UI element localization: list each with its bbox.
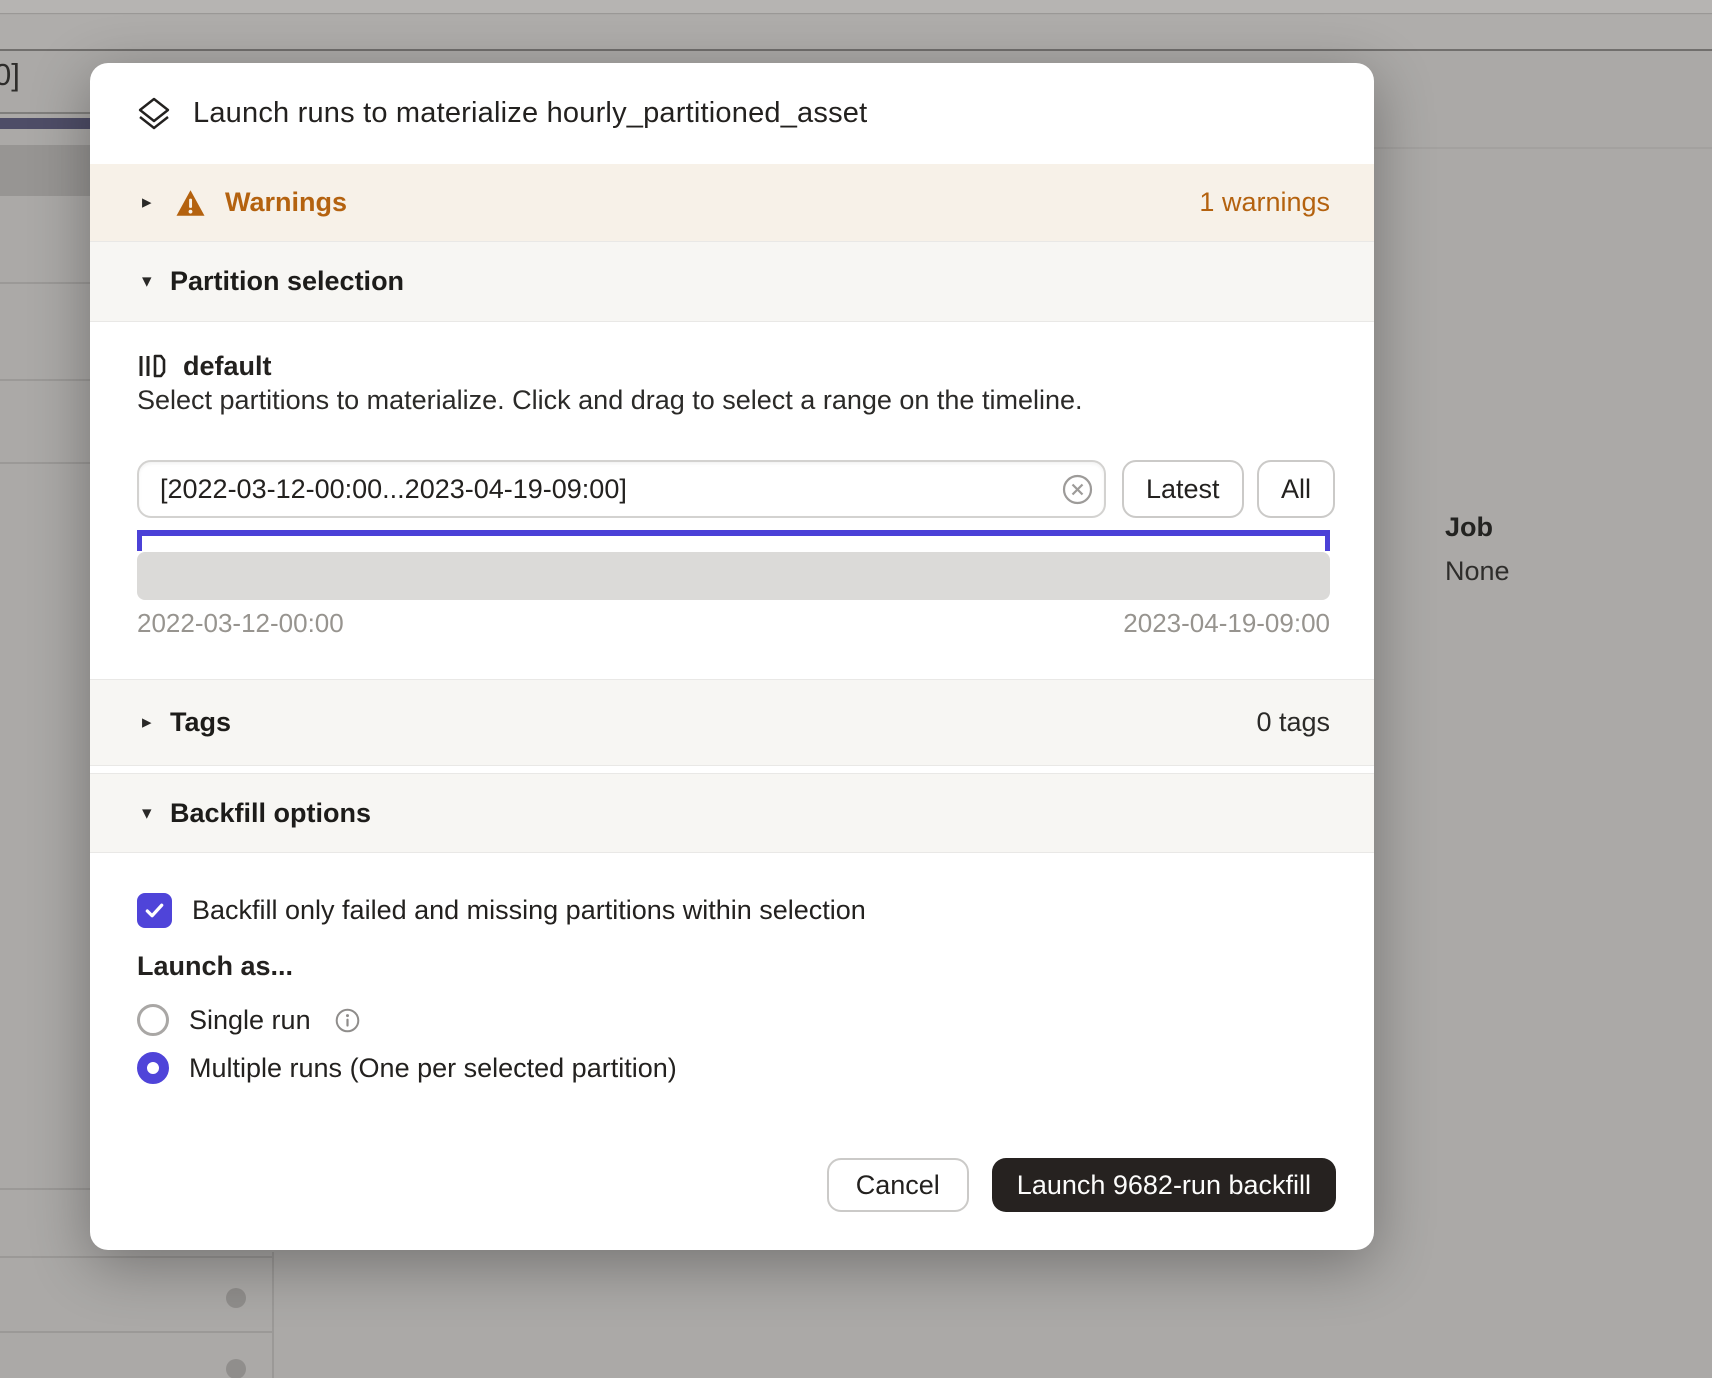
row-divider bbox=[0, 1188, 90, 1190]
single-run-radio[interactable] bbox=[137, 1004, 169, 1036]
warnings-section-toggle[interactable]: ▸ Warnings 1 warnings bbox=[90, 164, 1374, 241]
materialize-stack-icon bbox=[137, 96, 171, 132]
selected-tab-indicator bbox=[0, 118, 90, 129]
single-run-label: Single run bbox=[189, 1005, 311, 1036]
partition-range-input[interactable] bbox=[137, 460, 1106, 518]
divider bbox=[0, 112, 90, 114]
multiple-runs-option: Multiple runs (One per selected partitio… bbox=[90, 1048, 1374, 1088]
screen: 0] Job None Launch runs to materialize h… bbox=[0, 0, 1712, 1378]
dialog-title: Launch runs to materialize hourly_partit… bbox=[193, 97, 867, 130]
range-start-label: 2022-03-12-00:00 bbox=[137, 608, 344, 639]
chevron-down-icon: ▾ bbox=[142, 272, 160, 291]
clipped-cell-text: 0] bbox=[0, 57, 20, 93]
dimension-name: default bbox=[183, 351, 272, 382]
warnings-label: Warnings bbox=[225, 187, 347, 218]
tags-count: 0 tags bbox=[1256, 707, 1330, 738]
row-divider bbox=[0, 1331, 272, 1333]
backfill-only-failed-row: Backfill only failed and missing partiti… bbox=[90, 890, 1374, 930]
all-button[interactable]: All bbox=[1257, 460, 1335, 518]
latest-button[interactable]: Latest bbox=[1122, 460, 1244, 518]
tags-section-toggle[interactable]: ▸ Tags 0 tags bbox=[90, 679, 1374, 766]
status-dot-icon bbox=[226, 1359, 246, 1378]
row-divider bbox=[0, 379, 90, 381]
chevron-right-icon: ▸ bbox=[142, 193, 160, 212]
job-column-value: None bbox=[1445, 556, 1510, 587]
launch-as-label: Launch as... bbox=[137, 951, 293, 982]
clear-input-icon[interactable] bbox=[1062, 474, 1093, 505]
dialog-header: Launch runs to materialize hourly_partit… bbox=[90, 63, 1374, 164]
single-run-option: Single run bbox=[90, 1000, 1374, 1040]
partition-icon bbox=[137, 351, 167, 381]
background-top-bar bbox=[0, 0, 1712, 14]
row-divider bbox=[0, 462, 90, 464]
backfill-only-failed-label: Backfill only failed and missing partiti… bbox=[192, 895, 866, 926]
backfill-options-label: Backfill options bbox=[170, 798, 371, 829]
backfill-options-section-toggle[interactable]: ▾ Backfill options bbox=[90, 773, 1374, 853]
tags-label: Tags bbox=[170, 707, 231, 738]
range-end-label: 2023-04-19-09:00 bbox=[1123, 608, 1330, 639]
row-divider bbox=[1374, 147, 1712, 149]
status-dot-icon bbox=[226, 1288, 246, 1308]
info-icon[interactable] bbox=[335, 1008, 360, 1033]
column-divider bbox=[272, 1252, 274, 1378]
background-header-row bbox=[0, 15, 1712, 49]
chevron-right-icon: ▸ bbox=[142, 713, 160, 732]
dimension-row: default bbox=[90, 346, 1374, 386]
chevron-down-icon: ▾ bbox=[142, 804, 160, 823]
dialog-footer: Cancel Launch 9682-run backfill bbox=[827, 1158, 1336, 1212]
divider bbox=[0, 49, 1712, 51]
selected-range-bar bbox=[137, 530, 1330, 536]
multiple-runs-radio[interactable] bbox=[137, 1052, 169, 1084]
launch-backfill-button[interactable]: Launch 9682-run backfill bbox=[992, 1158, 1336, 1212]
cancel-button[interactable]: Cancel bbox=[827, 1158, 969, 1212]
partition-selection-section-toggle[interactable]: ▾ Partition selection bbox=[90, 241, 1374, 322]
row-divider bbox=[0, 1256, 272, 1258]
job-column-header: Job bbox=[1445, 512, 1493, 543]
partition-help-text: Select partitions to materialize. Click … bbox=[137, 385, 1083, 416]
row-divider bbox=[0, 282, 90, 284]
warning-triangle-icon bbox=[175, 189, 206, 217]
multiple-runs-label: Multiple runs (One per selected partitio… bbox=[189, 1053, 677, 1084]
warnings-count: 1 warnings bbox=[1199, 187, 1330, 218]
backfill-only-failed-checkbox[interactable] bbox=[137, 893, 172, 928]
partition-timeline[interactable] bbox=[137, 552, 1330, 600]
partition-selection-label: Partition selection bbox=[170, 266, 404, 297]
background-selected-row bbox=[0, 145, 90, 196]
launch-backfill-dialog: Launch runs to materialize hourly_partit… bbox=[90, 63, 1374, 1250]
